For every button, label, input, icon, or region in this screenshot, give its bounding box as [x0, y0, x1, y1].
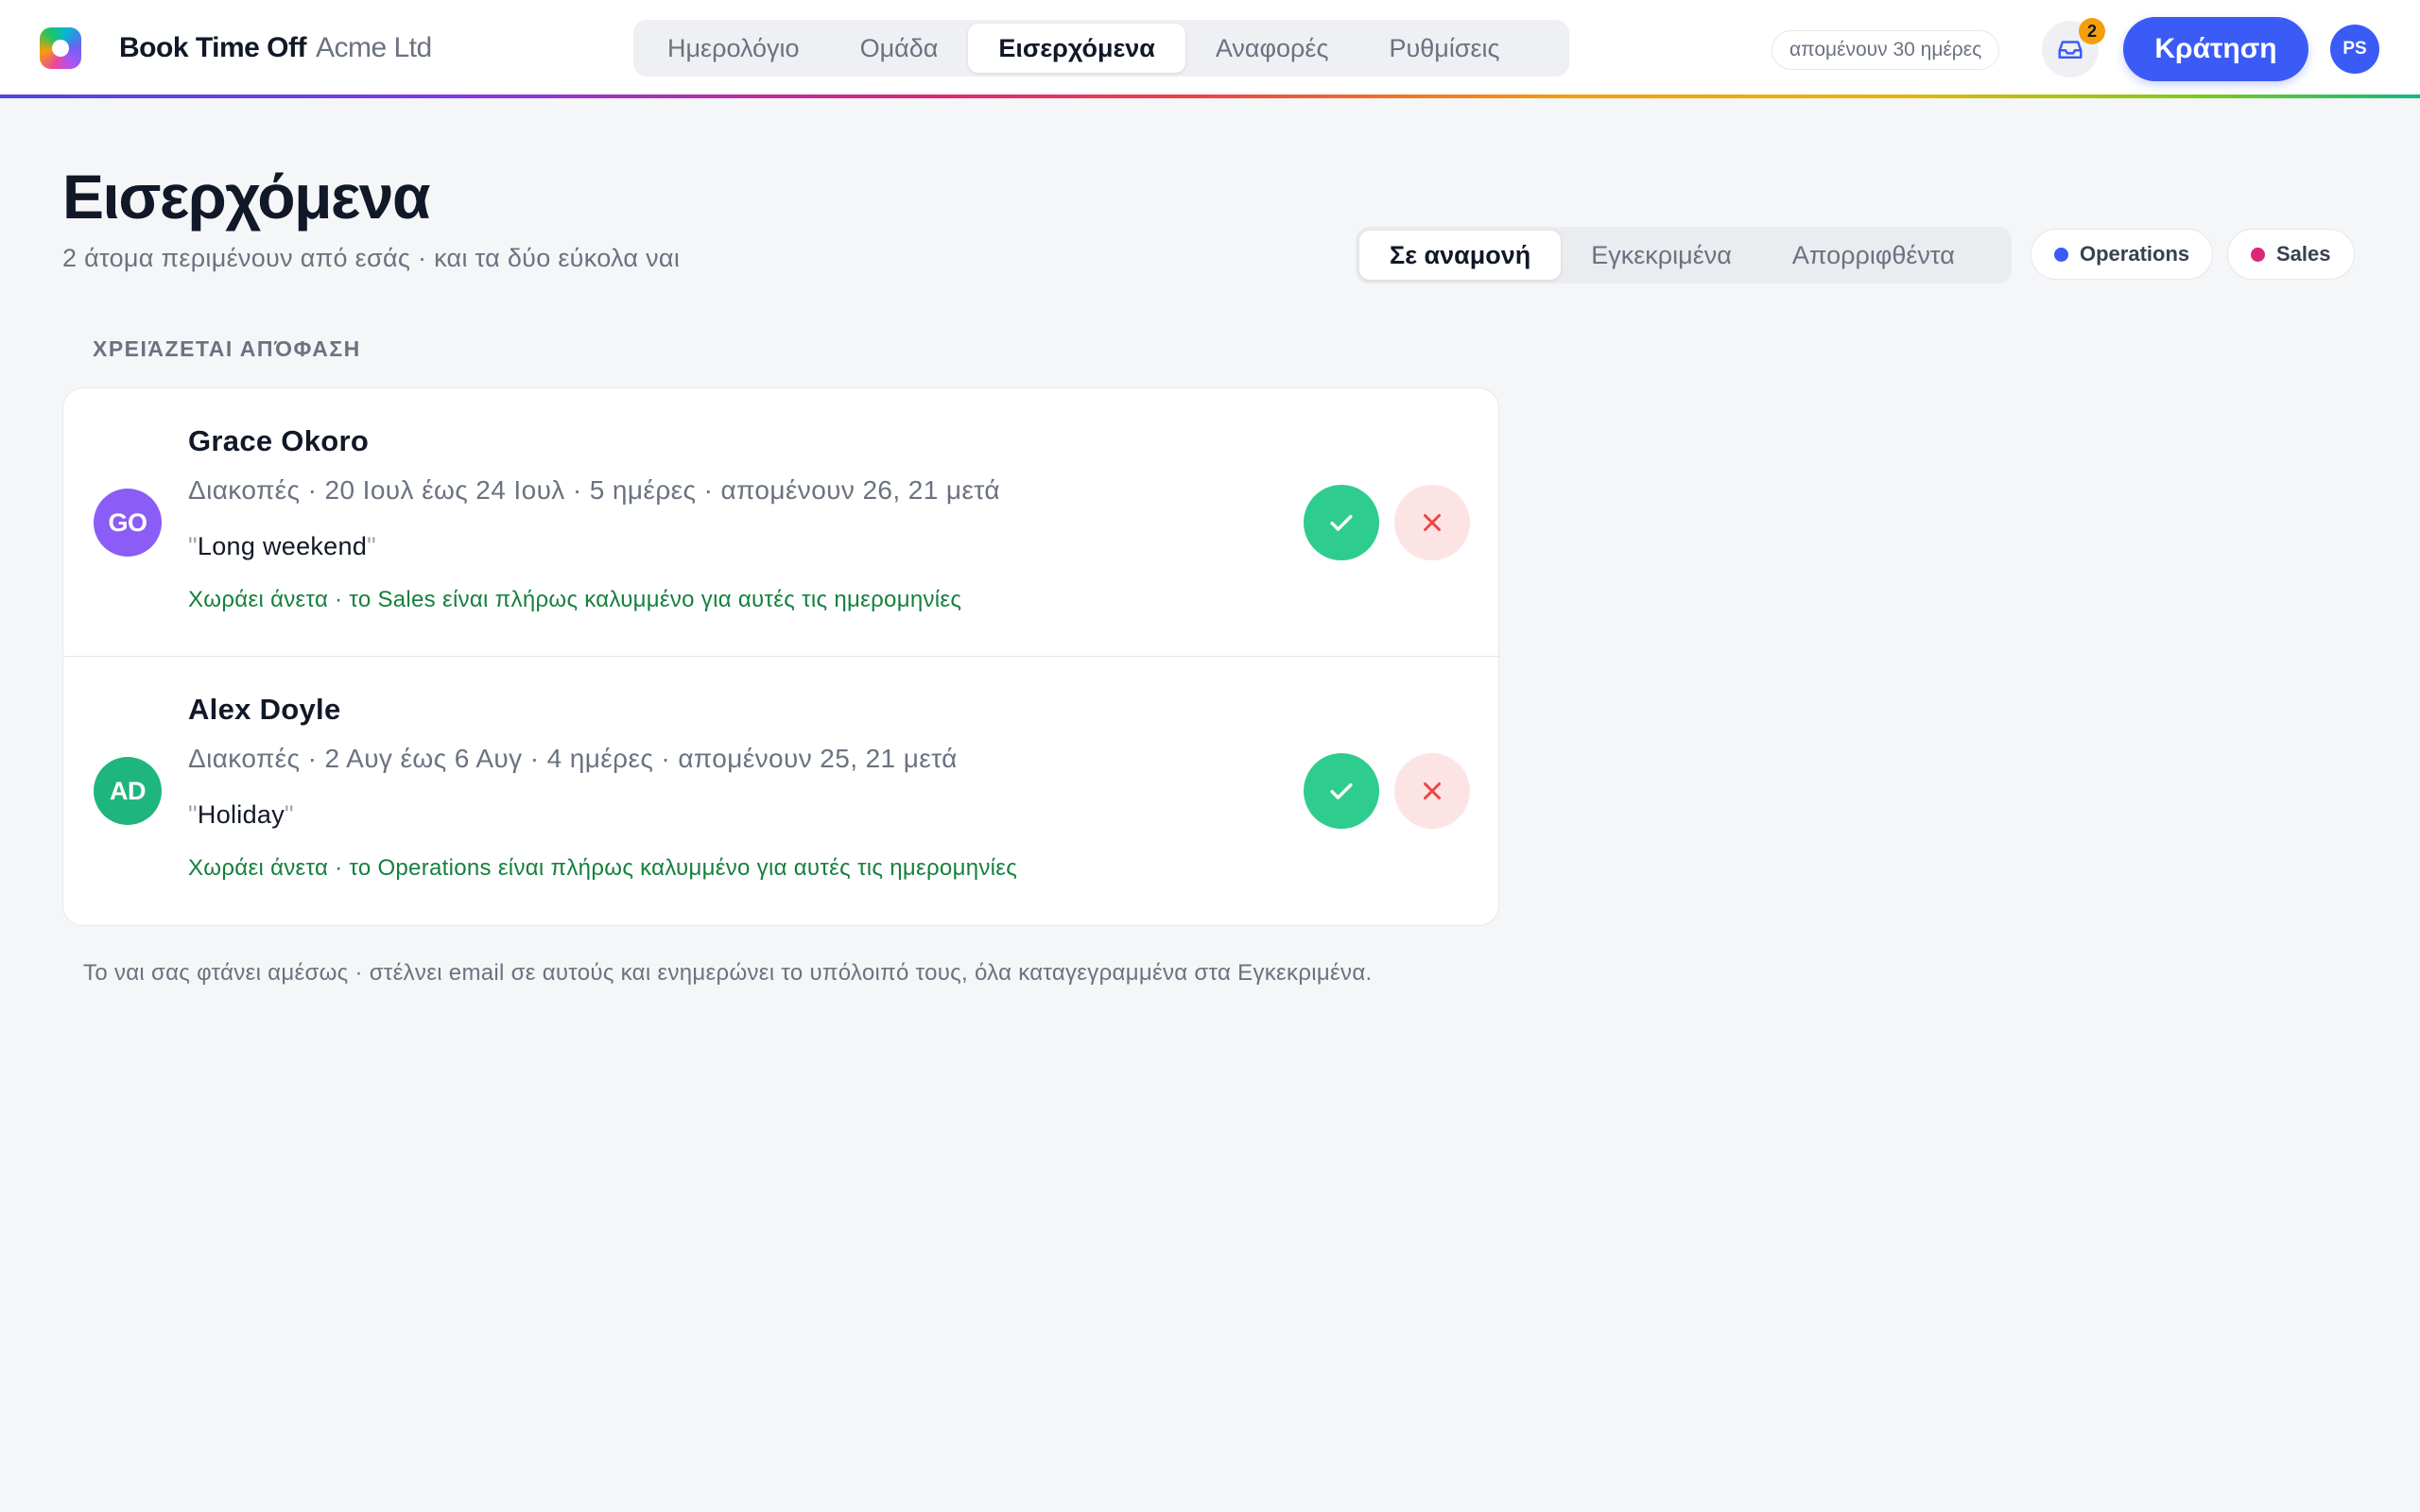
reject-button[interactable] [1394, 753, 1470, 829]
page-subtitle: 2 άτομα περιμένουν από εσάς · και τα δύο… [62, 244, 681, 272]
team-chip-sales[interactable]: Sales [2227, 229, 2355, 280]
top-bar: Book Time Off Acme Ltd Ημερολόγιο Ομάδα Ε… [0, 0, 2420, 94]
user-avatar[interactable]: PS [2330, 25, 2379, 74]
check-icon [1330, 514, 1353, 531]
request-details: Διακοπές · 20 Ιουλ έως 24 Ιουλ · 5 ημέρε… [188, 475, 1000, 505]
tab-inbox[interactable]: Εισερχόμενα [968, 24, 1185, 73]
request-details: Διακοπές · 2 Αυγ έως 6 Αυγ · 4 ημέρες · … [188, 744, 958, 773]
team-dot-operations [2054, 247, 2068, 262]
team-chip-label: Sales [2276, 242, 2331, 266]
team-chip-label: Operations [2080, 242, 2190, 266]
book-time-off-button[interactable]: Κράτηση [2123, 17, 2308, 81]
filter-rejected[interactable]: Απορριφθέντα [1762, 231, 1985, 280]
section-label: ΧΡΕΙΆΖΕΤΑΙ ΑΠΌΦΑΣΗ [93, 336, 361, 361]
main-nav: Ημερολόγιο Ομάδα Εισερχόμενα Αναφορές Ρυ… [633, 20, 1569, 77]
coverage-note: Χωράει άνετα · το Operations είναι πλήρω… [188, 855, 1018, 881]
approve-button[interactable] [1304, 485, 1379, 560]
requests-card: GO Grace Okoro Διακοπές · 20 Ιουλ έως 24… [62, 387, 1499, 926]
requester-name: Alex Doyle [188, 693, 341, 726]
coverage-note: Χωράει άνετα · το Sales είναι πλήρως καλ… [188, 587, 962, 612]
filter-approved[interactable]: Εγκεκριμένα [1561, 231, 1762, 280]
filter-pending[interactable]: Σε αναμονή [1359, 231, 1562, 280]
app-frame: Book Time Off Acme Ltd Ημερολόγιο Ομάδα Ε… [0, 0, 2420, 1512]
close-icon [1424, 782, 1441, 799]
reject-button[interactable] [1394, 485, 1470, 560]
brand[interactable]: Book Time Off Acme Ltd [119, 32, 432, 64]
request-row: AD Alex Doyle Διακοπές · 2 Αυγ έως 6 Αυγ… [63, 657, 1498, 925]
footnote: Το ναι σας φτάνει αμέσως · στέλνει email… [83, 960, 1373, 986]
team-dot-sales [2251, 247, 2265, 262]
check-icon [1330, 782, 1353, 799]
close-icon [1424, 514, 1441, 531]
tab-calendar[interactable]: Ημερολόγιο [637, 24, 830, 73]
tab-team[interactable]: Ομάδα [830, 24, 969, 73]
requester-avatar: AD [94, 757, 162, 825]
inbox-count-badge: 2 [2079, 18, 2105, 44]
inbox-icon [2058, 41, 2083, 59]
app-logo-icon[interactable] [40, 27, 81, 69]
company-name: Acme Ltd [315, 32, 432, 63]
header-divider [0, 94, 2420, 98]
tab-settings[interactable]: Ρυθμίσεις [1358, 24, 1530, 73]
requester-name: Grace Okoro [188, 424, 370, 457]
status-filter: Σε αναμονή Εγκεκριμένα Απορριφθέντα [1356, 227, 2012, 284]
request-note: "Long weekend" [188, 532, 377, 560]
request-note: "Holiday" [188, 800, 294, 829]
team-chip-operations[interactable]: Operations [2031, 229, 2214, 280]
brand-name: Book Time Off [119, 32, 306, 63]
days-left-badge: απομένουν 30 ημέρες [1772, 30, 2000, 70]
tab-reports[interactable]: Αναφορές [1185, 24, 1359, 73]
requester-avatar: GO [94, 489, 162, 557]
page-title: Εισερχόμενα [62, 162, 431, 232]
request-row: GO Grace Okoro Διακοπές · 20 Ιουλ έως 24… [63, 388, 1498, 657]
approve-button[interactable] [1304, 753, 1379, 829]
